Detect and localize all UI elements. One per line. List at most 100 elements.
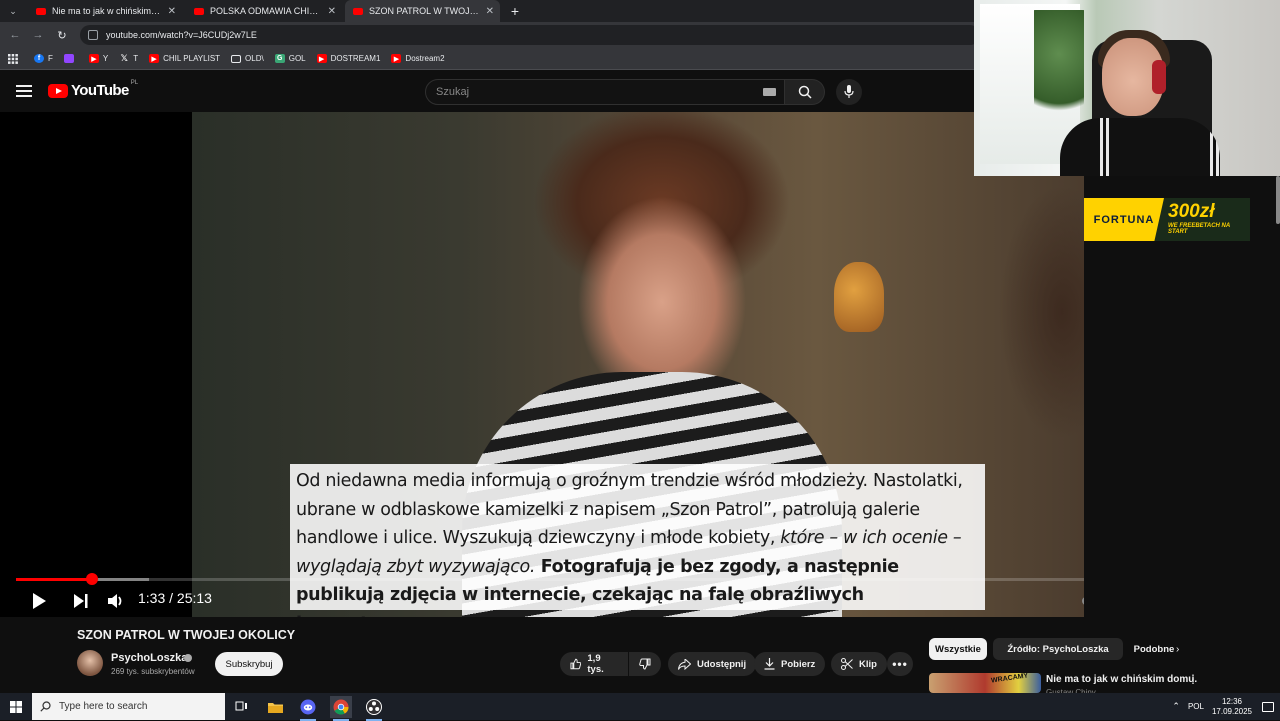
taskbar-search-placeholder: Type here to search: [59, 701, 148, 712]
browser-tab[interactable]: POLSKA ODMAWIA CHINOM, a ✕: [186, 0, 342, 22]
voice-search-button[interactable]: [836, 79, 862, 105]
bookmark-label: GOL: [288, 54, 306, 63]
recommended-video-title[interactable]: Nie ma to jak w chińskim domu.: [1046, 674, 1197, 685]
search-icon: [798, 85, 812, 99]
new-tab-plus-icon[interactable]: +: [506, 1, 524, 21]
volume-icon: [108, 594, 122, 608]
channel-avatar[interactable]: [77, 650, 103, 676]
youtube-favicon-icon: [353, 7, 363, 15]
youtube-play-logo-icon: [48, 83, 68, 98]
share-arrow-icon: [678, 658, 691, 670]
skip-next-icon: [74, 594, 88, 608]
youtube-logo[interactable]: YouTube PL: [48, 80, 138, 99]
notification-icon[interactable]: [1262, 701, 1274, 712]
close-tab-icon[interactable]: ✕: [486, 6, 494, 17]
chrome-icon[interactable]: [330, 696, 352, 721]
site-info-icon[interactable]: [88, 30, 98, 40]
share-button[interactable]: Udostępnij: [668, 652, 757, 676]
chevron-right-icon[interactable]: ›: [1176, 644, 1179, 655]
chip-related[interactable]: Podobne: [1129, 638, 1179, 660]
headset-icon: [1152, 60, 1166, 94]
windows-start-button[interactable]: [0, 693, 32, 720]
next-video-button[interactable]: [70, 590, 92, 612]
close-tab-icon[interactable]: ✕: [328, 6, 336, 17]
search-input[interactable]: Szukaj: [425, 79, 785, 105]
bookmark-label: OLD\: [245, 54, 264, 63]
more-actions-button[interactable]: •••: [887, 652, 913, 676]
tray-overflow-chevron-icon[interactable]: ⌃: [1172, 701, 1180, 712]
download-label: Pobierz: [781, 658, 816, 670]
bookmark-label: Y: [102, 54, 109, 63]
logo-wordmark: YouTube: [71, 82, 129, 99]
clock[interactable]: 12:36 17.09.2025: [1212, 697, 1252, 717]
microphone-icon: [844, 85, 854, 98]
verified-badge-icon: [184, 654, 192, 662]
download-icon: [764, 658, 775, 670]
scrubber-handle[interactable]: [86, 573, 99, 585]
progress-bar[interactable]: [16, 573, 1084, 585]
subscribe-button[interactable]: Subskrybuj: [215, 652, 283, 676]
apps-grid-icon[interactable]: [8, 53, 18, 64]
bookmark-item[interactable]: G GOL: [274, 54, 306, 63]
close-tab-icon[interactable]: ✕: [168, 6, 176, 17]
bookmark-item[interactable]: 𝕏 T: [119, 53, 139, 63]
browser-tab-active[interactable]: SZON PATROL W TWOJEJ OKOLICY ✕: [345, 0, 500, 22]
back-arrow-icon[interactable]: ←: [7, 27, 23, 43]
share-label: Udostępnij: [697, 658, 747, 670]
more-vertical-icon[interactable]: ⋮: [1187, 672, 1199, 686]
chip-all[interactable]: Wszystkie: [929, 638, 987, 660]
play-icon: [33, 593, 46, 609]
clip-button[interactable]: Klip: [831, 652, 887, 676]
subscriber-count: 269 tys. subskrybentów: [111, 667, 195, 676]
reload-icon[interactable]: ↻: [54, 27, 70, 43]
tab-search-chevron-icon[interactable]: ⌄: [4, 2, 22, 20]
system-tray: ⌃ POL 12:36 17.09.2025: [1172, 693, 1280, 720]
youtube-icon: ▶: [316, 54, 327, 63]
fortuna-ad-banner[interactable]: FORTUNA 300zł WE FREEBETACH NA START: [1084, 198, 1250, 241]
hamburger-menu-icon[interactable]: [14, 82, 34, 100]
bookmark-item[interactable]: f F: [34, 54, 53, 63]
channel-name[interactable]: PsychoLoszka: [111, 652, 187, 664]
bookmark-item[interactable]: ▶ CHIL PLAYLIST: [149, 54, 220, 63]
recommended-video-thumbnail[interactable]: WRACAMY: [929, 672, 1041, 693]
bookmark-label: CHIL PLAYLIST: [163, 54, 221, 63]
clip-label: Klip: [859, 658, 877, 670]
bookmark-item[interactable]: ▶ Dostream2: [391, 54, 445, 63]
search-button[interactable]: [785, 79, 825, 105]
gol-icon: G: [274, 54, 285, 63]
bookmark-folder[interactable]: OLD\: [231, 54, 264, 63]
taskbar-search-input[interactable]: Type here to search: [32, 693, 225, 720]
keyboard-icon[interactable]: [763, 88, 776, 96]
bookmark-item[interactable]: ▶ Y: [88, 54, 109, 63]
search-placeholder: Szukaj: [436, 86, 470, 98]
discord-icon[interactable]: [297, 696, 319, 721]
webcam-plant: [1034, 10, 1084, 120]
ad-tagline: WE FREEBETACH NA START: [1168, 223, 1230, 235]
volume-button[interactable]: [105, 590, 127, 612]
download-button[interactable]: Pobierz: [754, 652, 826, 676]
x-icon: 𝕏: [120, 53, 128, 63]
url-text: youtube.com/watch?v=J6CUDj2w7LE: [106, 30, 257, 40]
bookmark-item[interactable]: [63, 54, 78, 63]
youtube-icon: ▶: [88, 54, 99, 63]
file-explorer-icon[interactable]: [264, 696, 286, 718]
webcam-shirt: [1060, 118, 1220, 176]
dislike-button[interactable]: [629, 652, 661, 676]
obs-icon[interactable]: [363, 696, 385, 721]
browser-tab[interactable]: Nie ma to jak w chińskim domu ✕: [28, 0, 182, 22]
more-horizontal-icon: •••: [892, 657, 908, 671]
play-button[interactable]: [28, 590, 50, 612]
input-language[interactable]: POL: [1188, 702, 1204, 711]
forward-arrow-icon[interactable]: →: [30, 27, 46, 43]
clock-date: 17.09.2025: [1211, 706, 1252, 716]
like-button[interactable]: 1,9 tys.: [560, 652, 628, 676]
video-player[interactable]: Od niedawna media informują o groźnym tr…: [0, 112, 1084, 617]
folder-icon: [231, 54, 242, 63]
video-scene-lamp: [834, 262, 884, 332]
bookmark-label: Dostream2: [405, 54, 445, 63]
address-bar[interactable]: youtube.com/watch?v=J6CUDj2w7LE: [80, 25, 980, 45]
page-scrollbar-thumb[interactable]: [1276, 176, 1280, 224]
task-view-icon[interactable]: [230, 696, 252, 718]
bookmark-item[interactable]: ▶ DOSTREAM1: [316, 54, 380, 63]
chip-from-channel[interactable]: Źródło: PsychoLoszka: [993, 638, 1123, 660]
